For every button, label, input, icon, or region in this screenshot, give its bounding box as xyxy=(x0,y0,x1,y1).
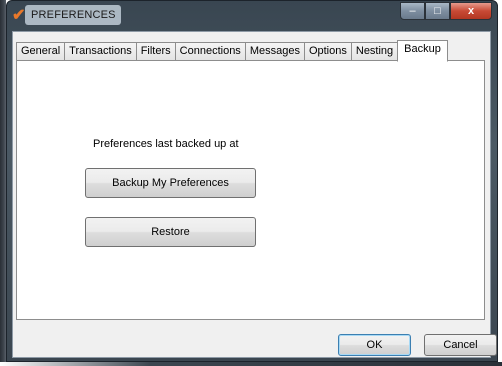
close-button[interactable]: x xyxy=(450,2,492,20)
minimize-button[interactable]: – xyxy=(400,2,425,20)
backup-tab-panel: Preferences last backed up at Backup My … xyxy=(16,60,485,320)
title-bar[interactable]: ✔ PREFERENCES – □ x xyxy=(7,1,497,31)
dialog-client-area: General Transactions Filters Connections… xyxy=(12,31,497,358)
ok-button[interactable]: OK xyxy=(338,334,411,356)
close-icon: x xyxy=(467,5,475,17)
tab-options[interactable]: Options xyxy=(303,42,352,61)
window-title: PREFERENCES xyxy=(31,9,116,21)
tab-filters[interactable]: Filters xyxy=(135,42,176,61)
caption-buttons: – □ x xyxy=(400,2,492,21)
taskbar-edge xyxy=(0,362,502,366)
preferences-dialog: ✔ PREFERENCES – □ x General Transactions… xyxy=(6,0,498,362)
maximize-icon: □ xyxy=(434,5,441,17)
tab-nesting[interactable]: Nesting xyxy=(350,42,399,61)
minimize-icon: – xyxy=(409,5,416,17)
tab-messages[interactable]: Messages xyxy=(244,42,305,61)
checkmark-icon: ✔ xyxy=(12,7,26,24)
tab-backup[interactable]: Backup xyxy=(397,40,448,62)
backup-preferences-button[interactable]: Backup My Preferences xyxy=(85,168,256,198)
cancel-button[interactable]: Cancel xyxy=(424,334,497,356)
tab-transactions[interactable]: Transactions xyxy=(64,42,137,61)
restore-button[interactable]: Restore xyxy=(85,217,256,247)
tab-general[interactable]: General xyxy=(16,42,66,61)
maximize-button[interactable]: □ xyxy=(425,2,450,20)
tab-connections[interactable]: Connections xyxy=(174,42,246,61)
last-backup-label: Preferences last backed up at xyxy=(93,138,239,150)
tab-strip: General Transactions Filters Connections… xyxy=(16,40,448,62)
